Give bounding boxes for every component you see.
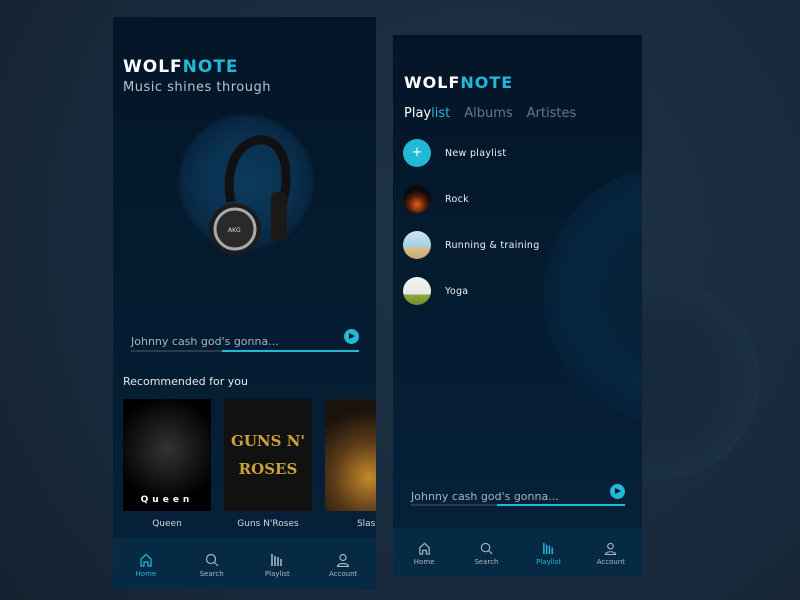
progress-bar[interactable] — [131, 350, 359, 352]
account-icon — [337, 553, 350, 567]
tab-albums[interactable]: Albums — [464, 106, 512, 121]
nav-search[interactable]: Search — [455, 542, 517, 576]
nav-search[interactable]: Search — [179, 553, 245, 589]
headphones-image: AKG — [209, 135, 291, 255]
progress-fill — [496, 504, 625, 506]
bottom-nav: Home Search Playlist Account — [393, 528, 642, 576]
nav-playlist[interactable]: Playlist — [245, 553, 311, 589]
play-button[interactable] — [610, 484, 625, 499]
playlist-icon — [543, 542, 554, 555]
track-title: Johnny cash god's gonna... — [411, 490, 559, 503]
playlist-icon — [271, 554, 283, 566]
logo: WOLFNOTE — [404, 73, 514, 92]
card-guns-n-roses[interactable]: GUNS N' ROSES Guns N'Roses — [224, 399, 312, 529]
playlist-thumb — [403, 185, 431, 213]
tab-playlist[interactable]: Playlist — [404, 106, 450, 121]
track-title: Johnny cash god's gonna... — [131, 335, 279, 348]
playlist-item-running[interactable]: Running & training — [403, 231, 540, 259]
playlist-screen: WOLFNOTE Playlist Albums Artistes + New p… — [393, 35, 642, 576]
progress-bar[interactable] — [411, 504, 625, 506]
playlist-item-rock[interactable]: Rock — [403, 185, 469, 213]
plus-icon: + — [403, 139, 431, 167]
nav-account[interactable]: Account — [310, 553, 376, 589]
nav-home[interactable]: Home — [113, 553, 179, 589]
decor-ring — [543, 165, 642, 425]
new-playlist-button[interactable]: + New playlist — [403, 139, 506, 167]
album-art: Queen — [123, 399, 211, 511]
playlist-thumb — [403, 277, 431, 305]
recommended-title: Recommended for you — [123, 375, 248, 388]
logo: WOLFNOTE — [123, 57, 239, 77]
nav-playlist[interactable]: Playlist — [518, 542, 580, 576]
search-icon — [480, 542, 493, 555]
tab-bar: Playlist Albums Artistes — [404, 106, 576, 121]
card-label: Slash — [356, 519, 376, 529]
nav-account[interactable]: Account — [580, 542, 642, 576]
home-icon — [418, 542, 430, 555]
tagline: Music shines through — [123, 80, 271, 95]
progress-fill — [222, 350, 359, 352]
bottom-nav: Home Search Playlist Account — [113, 538, 376, 589]
mini-player[interactable]: Johnny cash god's gonna... — [131, 329, 359, 354]
home-screen: WOLFNOTE Music shines through AKG Johnny… — [113, 17, 376, 589]
album-art: GUNS N' ROSES — [224, 399, 312, 511]
tab-artistes[interactable]: Artistes — [527, 106, 577, 121]
svg-text:AKG: AKG — [228, 227, 241, 234]
card-label: Guns N'Roses — [237, 519, 299, 529]
card-slash[interactable]: Slash — [325, 399, 376, 529]
card-queen[interactable]: Queen Queen — [123, 399, 211, 529]
search-icon — [205, 553, 219, 567]
card-label: Queen — [152, 519, 182, 529]
play-button[interactable] — [344, 329, 359, 344]
album-art — [325, 399, 376, 511]
nav-home[interactable]: Home — [393, 542, 455, 576]
account-icon — [605, 542, 617, 555]
home-icon — [140, 553, 152, 567]
mini-player[interactable]: Johnny cash god's gonna... — [411, 484, 625, 509]
playlist-thumb — [403, 231, 431, 259]
playlist-item-yoga[interactable]: Yoga — [403, 277, 468, 305]
